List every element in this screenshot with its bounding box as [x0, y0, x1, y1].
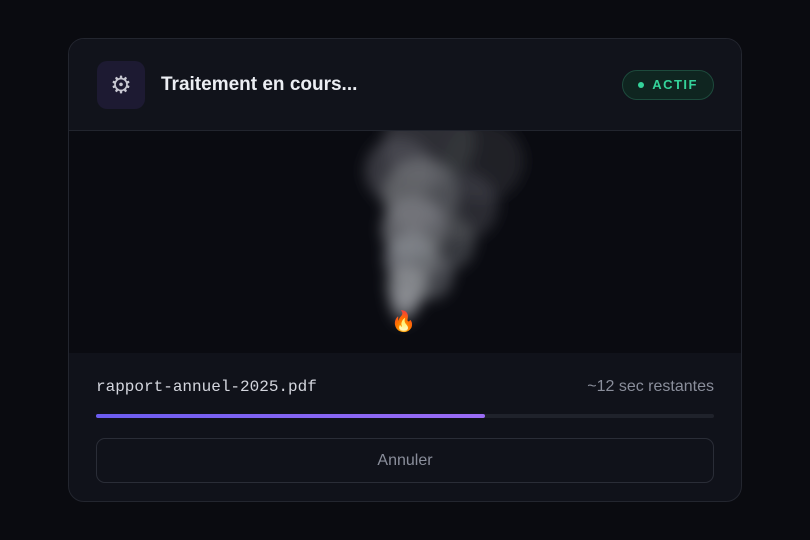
progress-fill: [96, 414, 486, 418]
progress-bar: [96, 414, 714, 418]
time-remaining: ~12 sec restantes: [587, 378, 714, 395]
task-footer: rapport-annuel-2025.pdf ~12 sec restante…: [69, 353, 741, 483]
smoke-animation: 🔥: [69, 131, 741, 353]
file-row: rapport-annuel-2025.pdf ~12 sec restante…: [96, 375, 714, 399]
status-dot-icon: [638, 81, 645, 88]
cancel-button[interactable]: Annuler: [96, 438, 714, 483]
gear-icon: ⚙: [97, 60, 145, 109]
flame-icon: 🔥: [391, 309, 416, 333]
status-badge-label: ACTIF: [652, 77, 698, 92]
file-name: rapport-annuel-2025.pdf: [96, 378, 317, 396]
card-header: ⚙ Traitement en cours... ACTIF: [69, 39, 741, 131]
page-title: Traitement en cours...: [161, 73, 358, 95]
status-badge: ACTIF: [622, 69, 714, 100]
processing-card: ⚙ Traitement en cours... ACTIF 🔥 rapport…: [68, 38, 742, 502]
